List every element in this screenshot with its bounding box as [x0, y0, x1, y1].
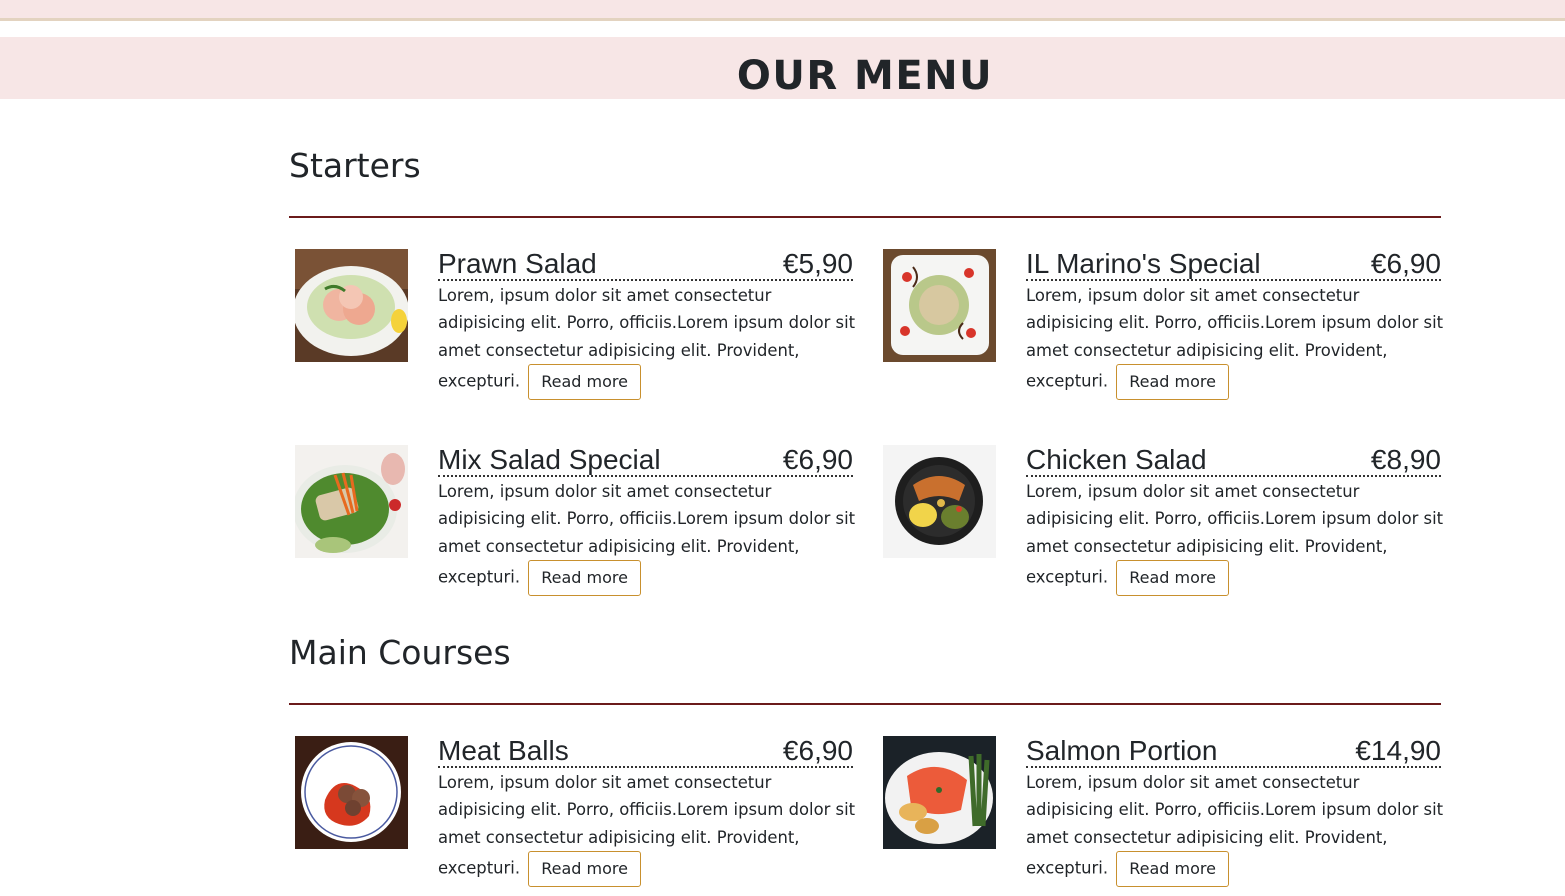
menu-item: IL Marino's Special €6,90 Lorem, ipsum d…	[877, 248, 1443, 409]
item-description-text: Lorem, ipsum dolor sit amet consectetur …	[438, 482, 856, 587]
item-name: Meat Balls	[438, 735, 569, 766]
menu-item: Salmon Portion €14,90 Lorem, ipsum dolor…	[877, 735, 1443, 896]
item-description-text: Lorem, ipsum dolor sit amet consectetur …	[1026, 773, 1444, 878]
item-description-text: Lorem, ipsum dolor sit amet consectetur …	[438, 286, 856, 391]
read-more-button[interactable]: Read more	[1116, 363, 1229, 400]
item-header: Prawn Salad €5,90	[438, 245, 853, 281]
item-header: Mix Salad Special €6,90	[438, 441, 853, 477]
food-image-mix-salad-special	[295, 445, 408, 558]
item-price: €14,90	[1355, 735, 1441, 766]
menu-item: Prawn Salad €5,90 Lorem, ipsum dolor sit…	[289, 248, 855, 409]
item-name: IL Marino's Special	[1026, 248, 1261, 279]
item-description-text: Lorem, ipsum dolor sit amet consectetur …	[1026, 286, 1444, 391]
food-image-meat-balls	[295, 736, 408, 849]
item-header: Meat Balls €6,90	[438, 732, 853, 768]
item-description: Lorem, ipsum dolor sit amet consectetur …	[438, 478, 856, 596]
food-image-prawn-salad	[295, 249, 408, 362]
item-name: Prawn Salad	[438, 248, 597, 279]
menu-item: Mix Salad Special €6,90 Lorem, ipsum dol…	[289, 444, 855, 605]
section-title-main-courses: Main Courses	[289, 633, 511, 672]
item-header: IL Marino's Special €6,90	[1026, 245, 1441, 281]
item-name: Salmon Portion	[1026, 735, 1218, 766]
item-header: Chicken Salad €8,90	[1026, 441, 1441, 477]
read-more-button[interactable]: Read more	[1116, 850, 1229, 887]
section-divider	[289, 703, 1441, 705]
item-header: Salmon Portion €14,90	[1026, 732, 1441, 768]
item-description: Lorem, ipsum dolor sit amet consectetur …	[1026, 478, 1444, 596]
item-name: Chicken Salad	[1026, 444, 1207, 475]
item-description: Lorem, ipsum dolor sit amet consectetur …	[438, 282, 856, 400]
item-price: €5,90	[782, 248, 853, 279]
menu-item: Chicken Salad €8,90 Lorem, ipsum dolor s…	[877, 444, 1443, 605]
read-more-button[interactable]: Read more	[528, 559, 641, 596]
item-price: €8,90	[1370, 444, 1441, 475]
item-price: €6,90	[782, 735, 853, 766]
read-more-button[interactable]: Read more	[1116, 559, 1229, 596]
item-description: Lorem, ipsum dolor sit amet consectetur …	[1026, 769, 1444, 887]
menu-item: Meat Balls €6,90 Lorem, ipsum dolor sit …	[289, 735, 855, 896]
item-description-text: Lorem, ipsum dolor sit amet consectetur …	[1026, 482, 1444, 587]
item-description: Lorem, ipsum dolor sit amet consectetur …	[1026, 282, 1444, 400]
item-description-text: Lorem, ipsum dolor sit amet consectetur …	[438, 773, 856, 878]
top-header-strip	[0, 0, 1565, 21]
item-price: €6,90	[1370, 248, 1441, 279]
page-title: OUR MENU	[736, 53, 994, 99]
food-image-chicken-salad	[883, 445, 996, 558]
read-more-button[interactable]: Read more	[528, 850, 641, 887]
item-price: €6,90	[782, 444, 853, 475]
section-divider	[289, 216, 1441, 218]
item-description: Lorem, ipsum dolor sit amet consectetur …	[438, 769, 856, 887]
read-more-button[interactable]: Read more	[528, 363, 641, 400]
item-name: Mix Salad Special	[438, 444, 661, 475]
section-title-starters: Starters	[289, 146, 421, 185]
food-image-salmon-portion	[883, 736, 996, 849]
food-image-il-marinos-special	[883, 249, 996, 362]
